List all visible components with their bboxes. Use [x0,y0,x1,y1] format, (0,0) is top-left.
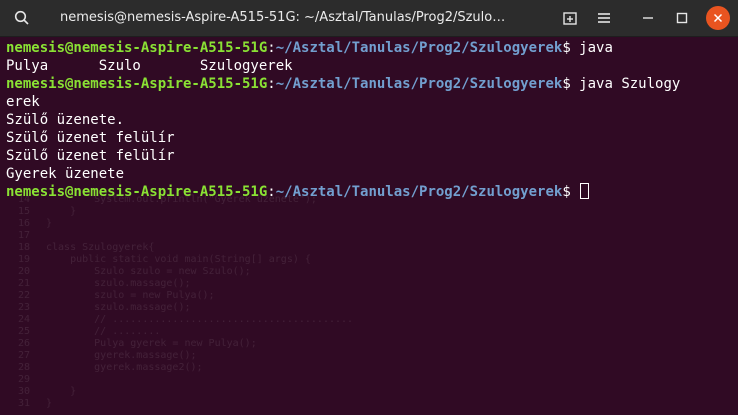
terminal-area[interactable]: 14 System.out.println("Gyerek üzenete");… [0,37,738,415]
prompt-user: nemesis@nemesis-Aspire-A515-51G [6,184,268,200]
background-code-line: 20 Szulo szulo = new Szulo(); [18,266,251,277]
terminal-line: Szülő üzenete. [6,112,125,128]
terminal-line: Pulya Szulo Szulogyerek [6,58,293,74]
maximize-button[interactable] [668,4,696,32]
terminal-output: nemesis@nemesis-Aspire-A515-51G:~/Asztal… [6,39,680,201]
minimize-button[interactable] [634,4,662,32]
background-code-line: 23 szulo.massage(); [18,302,191,313]
search-button[interactable] [8,4,36,32]
background-code-line: 25 // ........ [18,326,161,337]
minimize-icon [643,17,653,19]
text-cursor [580,183,590,199]
new-tab-button[interactable] [556,4,584,32]
prompt-user: nemesis@nemesis-Aspire-A515-51G [6,76,268,92]
terminal-window: nemesis@nemesis-Aspire-A515-51G: ~/Aszta… [0,0,738,415]
background-code-line: 17 [18,230,31,241]
terminal-line: nemesis@nemesis-Aspire-A515-51G:~/Asztal… [6,76,681,92]
new-tab-icon [563,12,577,25]
background-code-line: 26 Pulya gyerek = new Pulya(); [18,338,257,349]
background-code-line: 21 szulo.massage(); [18,278,191,289]
command-text: $ java Szulogy [562,76,681,92]
background-code-line: 22 szulo = new Pulya(); [18,290,215,301]
background-code-line: 16} [18,218,53,229]
command-text: $ java [562,40,613,56]
prompt-user: nemesis@nemesis-Aspire-A515-51G [6,40,268,56]
background-code-line: 31} [18,398,53,409]
background-code-line: 27 gyerek.massage(); [18,350,197,361]
hamburger-menu-icon [598,13,610,23]
background-code-line: 29 [18,374,31,385]
background-code-line: 28 gyerek.massage2(); [18,362,203,373]
prompt-path: ~/Asztal/Tanulas/Prog2/Szulogyerek [275,40,563,56]
prompt-symbol: $ [562,184,571,200]
background-code-line: 30 } [18,386,77,397]
background-code-line: 18 class Szulogyerek{ [18,242,155,253]
title-bar: nemesis@nemesis-Aspire-A515-51G: ~/Aszta… [0,0,738,37]
window-title: nemesis@nemesis-Aspire-A515-51G: ~/Aszta… [60,10,506,25]
search-icon [14,10,29,25]
menu-button[interactable] [590,4,618,32]
terminal-line: Szülő üzenet felülír [6,130,175,146]
background-code-line: 15 } [18,206,77,217]
terminal-line: Szülő üzenet felülír [6,148,175,164]
background-code-line: 19 public static void main(String[] args… [18,254,311,265]
close-icon [713,13,723,23]
close-button[interactable] [706,6,730,30]
maximize-icon [676,12,688,24]
background-code-line: 24 // ..................................… [18,314,354,325]
terminal-line: nemesis@nemesis-Aspire-A515-51G:~/Asztal… [6,183,680,201]
terminal-line: Gyerek üzenete [6,166,125,182]
prompt-path: ~/Asztal/Tanulas/Prog2/Szulogyerek [275,184,563,200]
terminal-line: erek [6,94,40,110]
terminal-line: nemesis@nemesis-Aspire-A515-51G:~/Asztal… [6,40,613,56]
prompt-path: ~/Asztal/Tanulas/Prog2/Szulogyerek [275,76,563,92]
